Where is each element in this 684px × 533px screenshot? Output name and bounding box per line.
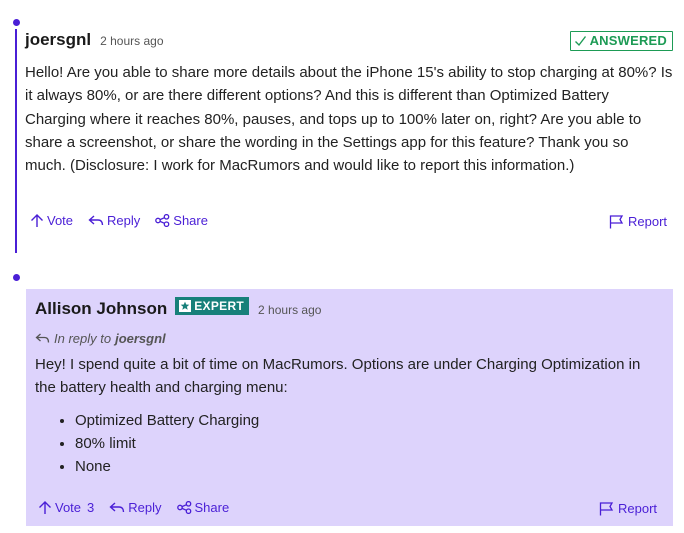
expert-badge-label: EXPERT (194, 299, 245, 313)
question-post: joersgnl 2 hours ago ANSWERED Hello! Are… (25, 30, 673, 177)
answer-header: Allison Johnson EXPERT 2 hours ago (35, 297, 655, 327)
reply-arrow-icon (109, 502, 125, 513)
report-label: Report (618, 501, 658, 516)
thread-connector-line (15, 29, 17, 253)
check-icon (574, 36, 586, 47)
share-icon (155, 214, 170, 227)
star-icon (179, 300, 192, 312)
share-icon (176, 501, 191, 514)
answered-badge: ANSWERED (569, 31, 673, 51)
answer-content: Allison Johnson EXPERT 2 hours ago In re… (35, 297, 655, 478)
question-body: Hello! Are you able to share more detail… (25, 64, 673, 175)
answer-timestamp: 2 hours ago (258, 303, 322, 317)
share-label: Share (194, 500, 230, 515)
share-button[interactable]: Share (176, 500, 230, 515)
share-label: Share (173, 213, 208, 228)
reply-button[interactable]: Reply (109, 500, 162, 515)
arrow-up-icon (39, 501, 51, 514)
answered-badge-label: ANSWERED (589, 33, 667, 48)
thread-bullet (13, 19, 20, 26)
list-item: 80% limit (75, 432, 655, 455)
post-timestamp: 2 hours ago (100, 34, 164, 48)
report-label: Report (628, 214, 668, 229)
flag-icon (609, 214, 624, 228)
in-reply-user[interactable]: joersgnl (115, 331, 166, 346)
list-item: Optimized Battery Charging (75, 409, 655, 432)
post-header: joersgnl 2 hours ago ANSWERED (25, 30, 673, 58)
answer-author-name[interactable]: Allison Johnson (35, 299, 167, 319)
answer-body: Hey! I spend quite a bit of time on MacR… (35, 356, 641, 397)
flag-icon (599, 501, 614, 515)
list-item: None (75, 455, 655, 478)
arrow-up-icon (31, 214, 43, 227)
report-button[interactable]: Report (599, 501, 657, 516)
comment-thread: joersgnl 2 hours ago ANSWERED Hello! Are… (0, 0, 684, 533)
author-name[interactable]: joersgnl (25, 30, 91, 50)
vote-label: Vote (47, 213, 74, 228)
reply-button[interactable]: Reply (88, 213, 140, 228)
reply-arrow-icon (88, 215, 104, 226)
thread-bullet (13, 274, 20, 281)
vote-count: 3 (87, 500, 95, 515)
question-actions: Vote Reply Share (30, 213, 223, 228)
reply-label: Reply (107, 213, 141, 228)
expert-answer-card: Allison Johnson EXPERT 2 hours ago In re… (26, 289, 673, 526)
vote-label: Vote (55, 500, 82, 515)
in-reply-prefix: In reply to (54, 330, 112, 346)
in-reply-to[interactable]: In reply to joersgnl (35, 328, 655, 348)
share-button[interactable]: Share (155, 213, 208, 228)
reply-arrow-icon (35, 333, 50, 343)
answer-actions: Vote 3 Reply Share (38, 500, 244, 515)
reply-label: Reply (128, 500, 162, 515)
vote-button[interactable]: Vote 3 (38, 500, 94, 515)
expert-badge: EXPERT (175, 297, 250, 315)
charging-options-list: Optimized Battery Charging 80% limit Non… (35, 409, 655, 478)
report-button[interactable]: Report (609, 214, 667, 229)
vote-button[interactable]: Vote (30, 213, 73, 228)
